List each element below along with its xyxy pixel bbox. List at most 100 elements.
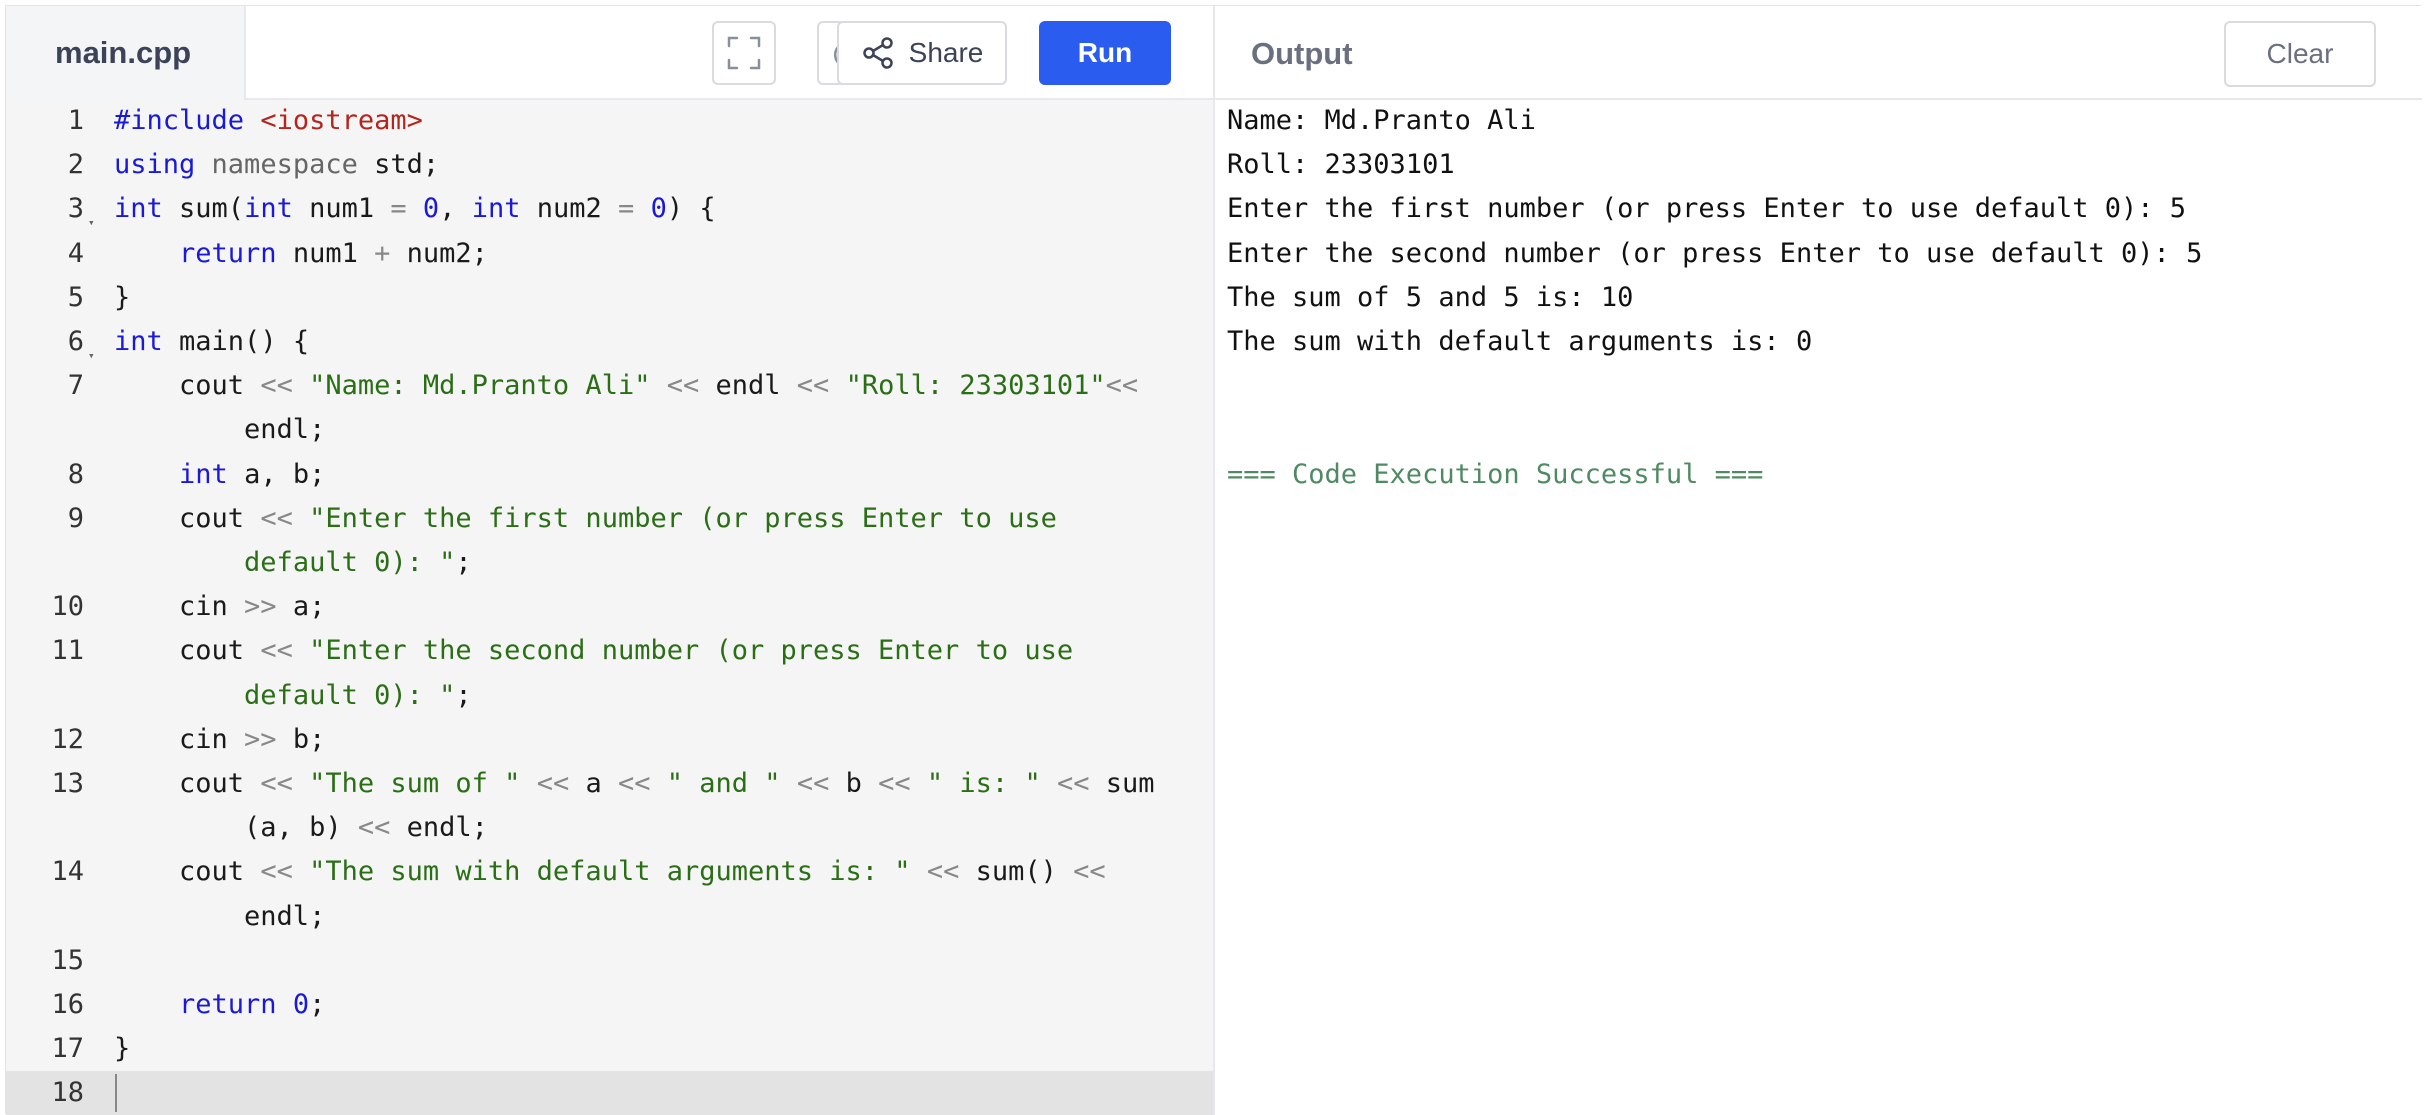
code-text: return num1 + num2;: [114, 232, 488, 276]
code-text: int a, b;: [114, 453, 325, 497]
line-number: 14: [51, 856, 84, 888]
code-token: 0: [292, 989, 310, 1020]
code-token: <<: [796, 768, 830, 799]
execution-status: === Code Execution Successful ===: [1227, 458, 1764, 490]
code-line[interactable]: 15: [6, 939, 1213, 983]
code-line[interactable]: 1 #include <iostream>: [6, 100, 1213, 143]
code-token: "Enter the first number (or press Enter …: [309, 502, 1057, 534]
output-line: Roll: 23303101: [1227, 149, 1455, 181]
code-token: }: [114, 1033, 131, 1065]
code-token: cout: [114, 635, 261, 667]
code-text: int sum(int num1 = 0, int num2 = 0) {: [114, 187, 716, 231]
output-title: Output: [1251, 36, 1353, 71]
code-text: cout << "Name: Md.Pranto Ali" << endl <<…: [114, 364, 1138, 408]
line-number: 12: [51, 723, 84, 755]
code-token: int: [114, 193, 163, 225]
code-line[interactable]: 11 cout << "Enter the second number (or …: [6, 629, 1213, 673]
code-token: <<: [536, 768, 570, 799]
code-line[interactable]: 2 using namespace std;: [6, 143, 1213, 187]
fullscreen-icon: [727, 36, 761, 70]
code-token: default 0): ": [244, 547, 456, 578]
code-token: using: [114, 149, 196, 181]
code-line[interactable]: default 0): ";: [6, 541, 1213, 585]
code-token: cout: [114, 502, 261, 534]
line-number: 4: [67, 237, 84, 269]
code-token: 0: [422, 193, 440, 225]
code-token: a: [569, 768, 618, 799]
code-token: <iostream>: [260, 105, 423, 136]
code-line[interactable]: 3 ▾ int sum(int num1 = 0, int num2 = 0) {: [6, 187, 1213, 231]
line-number: 1: [67, 105, 84, 136]
code-line[interactable]: 9 cout << "Enter the first number (or pr…: [6, 497, 1213, 541]
code-line[interactable]: 17}: [6, 1027, 1213, 1071]
code-token: sum(: [162, 193, 245, 225]
code-token: "Name: Md.Pranto Ali": [309, 370, 651, 402]
code-line[interactable]: endl;: [6, 895, 1213, 939]
code-token: default 0): ": [244, 679, 456, 711]
code-line[interactable]: 16 return 0;: [6, 983, 1213, 1027]
code-line[interactable]: 18: [6, 1071, 1213, 1115]
code-line[interactable]: 6 ▾ int main() {: [6, 320, 1213, 364]
fullscreen-button[interactable]: [712, 21, 776, 85]
output-console: Name: Md.Pranto Ali Roll: 23303101 Enter t…: [1215, 100, 2422, 1115]
code-text: cout << "The sum of " << a << " and " <<…: [114, 762, 1155, 806]
code-line[interactable]: 14 cout << "The sum with default argumen…: [6, 850, 1213, 894]
code-token: b;: [276, 723, 326, 755]
code-text: int main() {: [114, 320, 309, 364]
code-token: "The sum with default arguments is: ": [309, 856, 911, 888]
code-token: >>: [244, 723, 277, 755]
output-line: Enter the second number (or press Enter …: [1227, 237, 2203, 269]
run-button[interactable]: Run: [1039, 21, 1171, 85]
line-number: 2: [67, 149, 84, 181]
clear-button[interactable]: Clear: [2224, 21, 2376, 87]
code-line[interactable]: 10 cin >> a;: [6, 585, 1213, 629]
code-token: num1: [276, 237, 375, 269]
code-token: =: [390, 193, 407, 225]
code-token: "The sum of ": [309, 768, 521, 799]
code-token: num2: [520, 193, 619, 225]
file-tab[interactable]: main.cpp: [6, 6, 246, 100]
code-line[interactable]: 13 cout << "The sum of " << a << " and "…: [6, 762, 1213, 806]
code-token: sum: [1089, 768, 1155, 799]
code-text: (a, b) << endl;: [114, 806, 488, 850]
code-token: namespace: [211, 149, 358, 181]
code-text: #include <iostream>: [114, 100, 423, 143]
code-token: int: [244, 193, 293, 225]
code-token: <<: [926, 856, 960, 888]
code-token: " is: ": [926, 768, 1041, 799]
code-token: std;: [357, 149, 440, 181]
code-editor[interactable]: 1 #include <iostream> 2 using namespace std…: [6, 100, 1213, 1115]
code-text: }: [114, 1027, 130, 1071]
share-icon: [862, 37, 893, 69]
file-tab-label: main.cpp: [55, 35, 192, 70]
line-number: 11: [51, 635, 84, 667]
code-token: cin: [114, 591, 245, 623]
code-line[interactable]: default 0): ";: [6, 674, 1213, 718]
share-button[interactable]: Share: [837, 21, 1007, 85]
line-number: 18: [51, 1077, 84, 1109]
code-token: <<: [260, 635, 293, 667]
code-line[interactable]: (a, b) << endl;: [6, 806, 1213, 850]
code-token: sum(): [959, 856, 1074, 888]
code-line[interactable]: endl;: [6, 408, 1213, 452]
code-token: int: [471, 193, 521, 225]
code-line[interactable]: 12 cin >> b;: [6, 718, 1213, 762]
code-text: return 0;: [114, 983, 325, 1027]
code-line[interactable]: 7 cout << "Name: Md.Pranto Ali" << endl …: [6, 364, 1213, 408]
code-line[interactable]: 4 return num1 + num2;: [6, 232, 1213, 276]
code-token: a;: [276, 591, 326, 623]
code-line[interactable]: 5}: [6, 276, 1213, 320]
output-line: Enter the first number (or press Enter t…: [1227, 193, 2187, 225]
code-line[interactable]: 8 int a, b;: [6, 453, 1213, 497]
